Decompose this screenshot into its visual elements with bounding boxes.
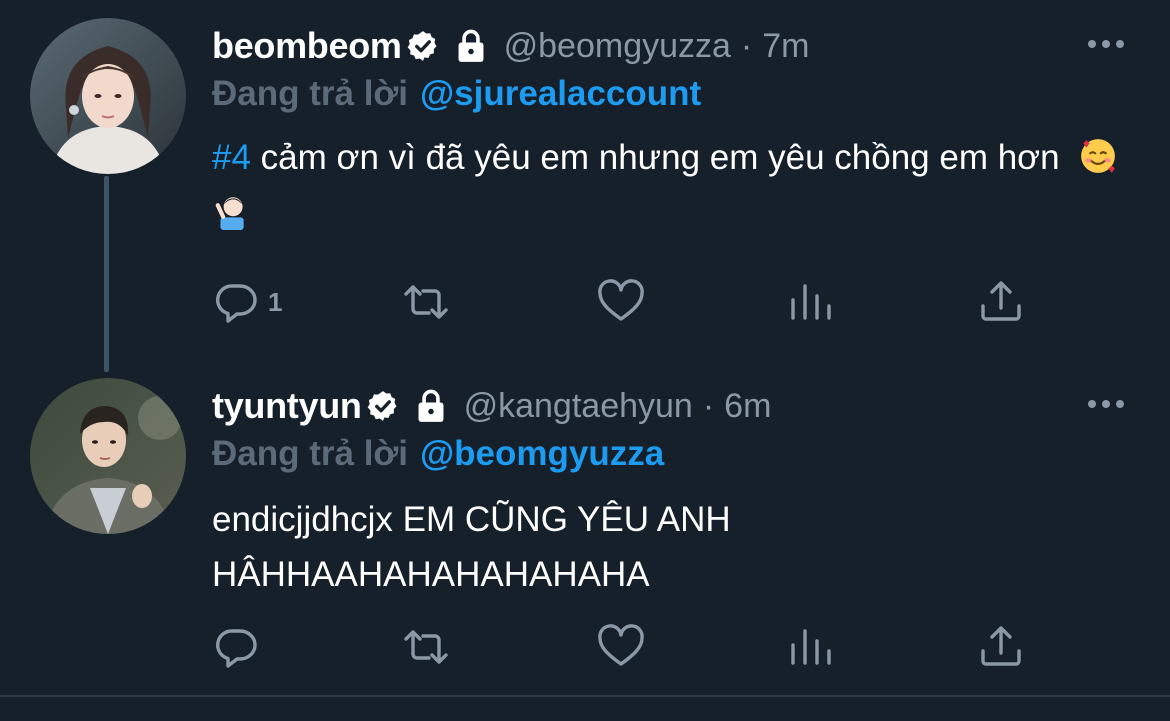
retweet-icon (404, 630, 448, 664)
replying-to-label: Đang trả lời (212, 434, 409, 473)
user-handle[interactable]: @kangtaehyun (464, 387, 693, 426)
reply-button[interactable] (212, 622, 268, 672)
retweet-button[interactable] (402, 622, 450, 672)
tweet-2[interactable]: tyuntyun @kangtaehyun · 6m Đang trả lời … (0, 360, 1170, 695)
share-icon (981, 281, 1021, 321)
analytics-icon (791, 629, 831, 665)
man-shushing-icon (215, 197, 244, 230)
reply-button[interactable]: 1 (212, 277, 282, 327)
heart-icon (598, 279, 644, 321)
analytics-button[interactable] (787, 277, 835, 327)
separator-dot: · (740, 26, 753, 65)
like-button[interactable] (597, 622, 645, 672)
avatar-beombeom[interactable] (30, 18, 186, 174)
replying-to: Đang trả lời @sjurealaccount (212, 72, 701, 116)
share-button[interactable] (977, 622, 1025, 672)
tweet-header: beombeom @beomgyuzza · 7m (212, 16, 1170, 76)
share-icon (981, 626, 1021, 666)
divider (0, 695, 1170, 697)
tweet-body-line-2: HÂHHAAHAHAHAHAHAHA (212, 555, 650, 594)
replying-to-label: Đang trả lời (212, 74, 409, 113)
avatar-image (30, 18, 186, 174)
reply-count: 1 (268, 286, 283, 317)
tweet-text: endicjjdhcjx EM CŨNG YÊU ANH HÂHHAAHAHAH… (212, 492, 1132, 602)
timestamp[interactable]: 7m (762, 27, 809, 66)
analytics-button[interactable] (787, 622, 835, 672)
replying-to-mention[interactable]: @beomgyuzza (420, 434, 664, 474)
analytics-icon (791, 284, 831, 320)
avatar-tyuntyun[interactable] (30, 378, 186, 534)
tweet-actions (212, 622, 1132, 672)
hashtag-link[interactable]: #4 (212, 138, 251, 177)
retweet-icon (404, 285, 448, 319)
display-name[interactable]: beombeom (212, 25, 402, 67)
tweet-actions: 1 (212, 277, 1132, 327)
tweet-thread: beombeom @beomgyuzza · 7m Đang trả lời @… (0, 0, 1170, 721)
reply-icon (216, 629, 257, 668)
separator-dot: · (702, 386, 715, 425)
tweet-body-line-1: endicjjdhcjx EM CŨNG YÊU ANH (212, 500, 731, 539)
replying-to: Đang trả lời @beomgyuzza (212, 432, 664, 476)
timestamp[interactable]: 6m (724, 387, 771, 426)
like-button[interactable] (597, 277, 645, 327)
lock-icon (418, 389, 444, 422)
tweet-header: tyuntyun @kangtaehyun · 6m (212, 376, 1170, 436)
avatar-image (30, 378, 186, 534)
replying-to-mention[interactable]: @sjurealaccount (420, 74, 701, 114)
verified-badge-icon (367, 391, 397, 421)
retweet-button[interactable] (402, 277, 450, 327)
user-handle[interactable]: @beomgyuzza (504, 27, 731, 66)
tweet-body: cảm ơn vì đã yêu em nhưng em yêu chồng e… (250, 138, 1060, 177)
more-icon[interactable] (1086, 38, 1126, 50)
tweet-1[interactable]: beombeom @beomgyuzza · 7m Đang trả lời @… (0, 0, 1170, 350)
more-icon[interactable] (1086, 398, 1126, 410)
verified-badge-icon (407, 31, 437, 61)
share-button[interactable] (977, 277, 1025, 327)
heart-icon (598, 624, 644, 666)
display-name[interactable]: tyuntyun (212, 385, 362, 427)
reply-icon (216, 284, 257, 323)
lock-icon (458, 29, 484, 62)
tweet-text: #4 cảm ơn vì đã yêu em nhưng em yêu chồn… (212, 130, 1132, 240)
smiling-face-with-hearts-icon (1081, 139, 1116, 173)
